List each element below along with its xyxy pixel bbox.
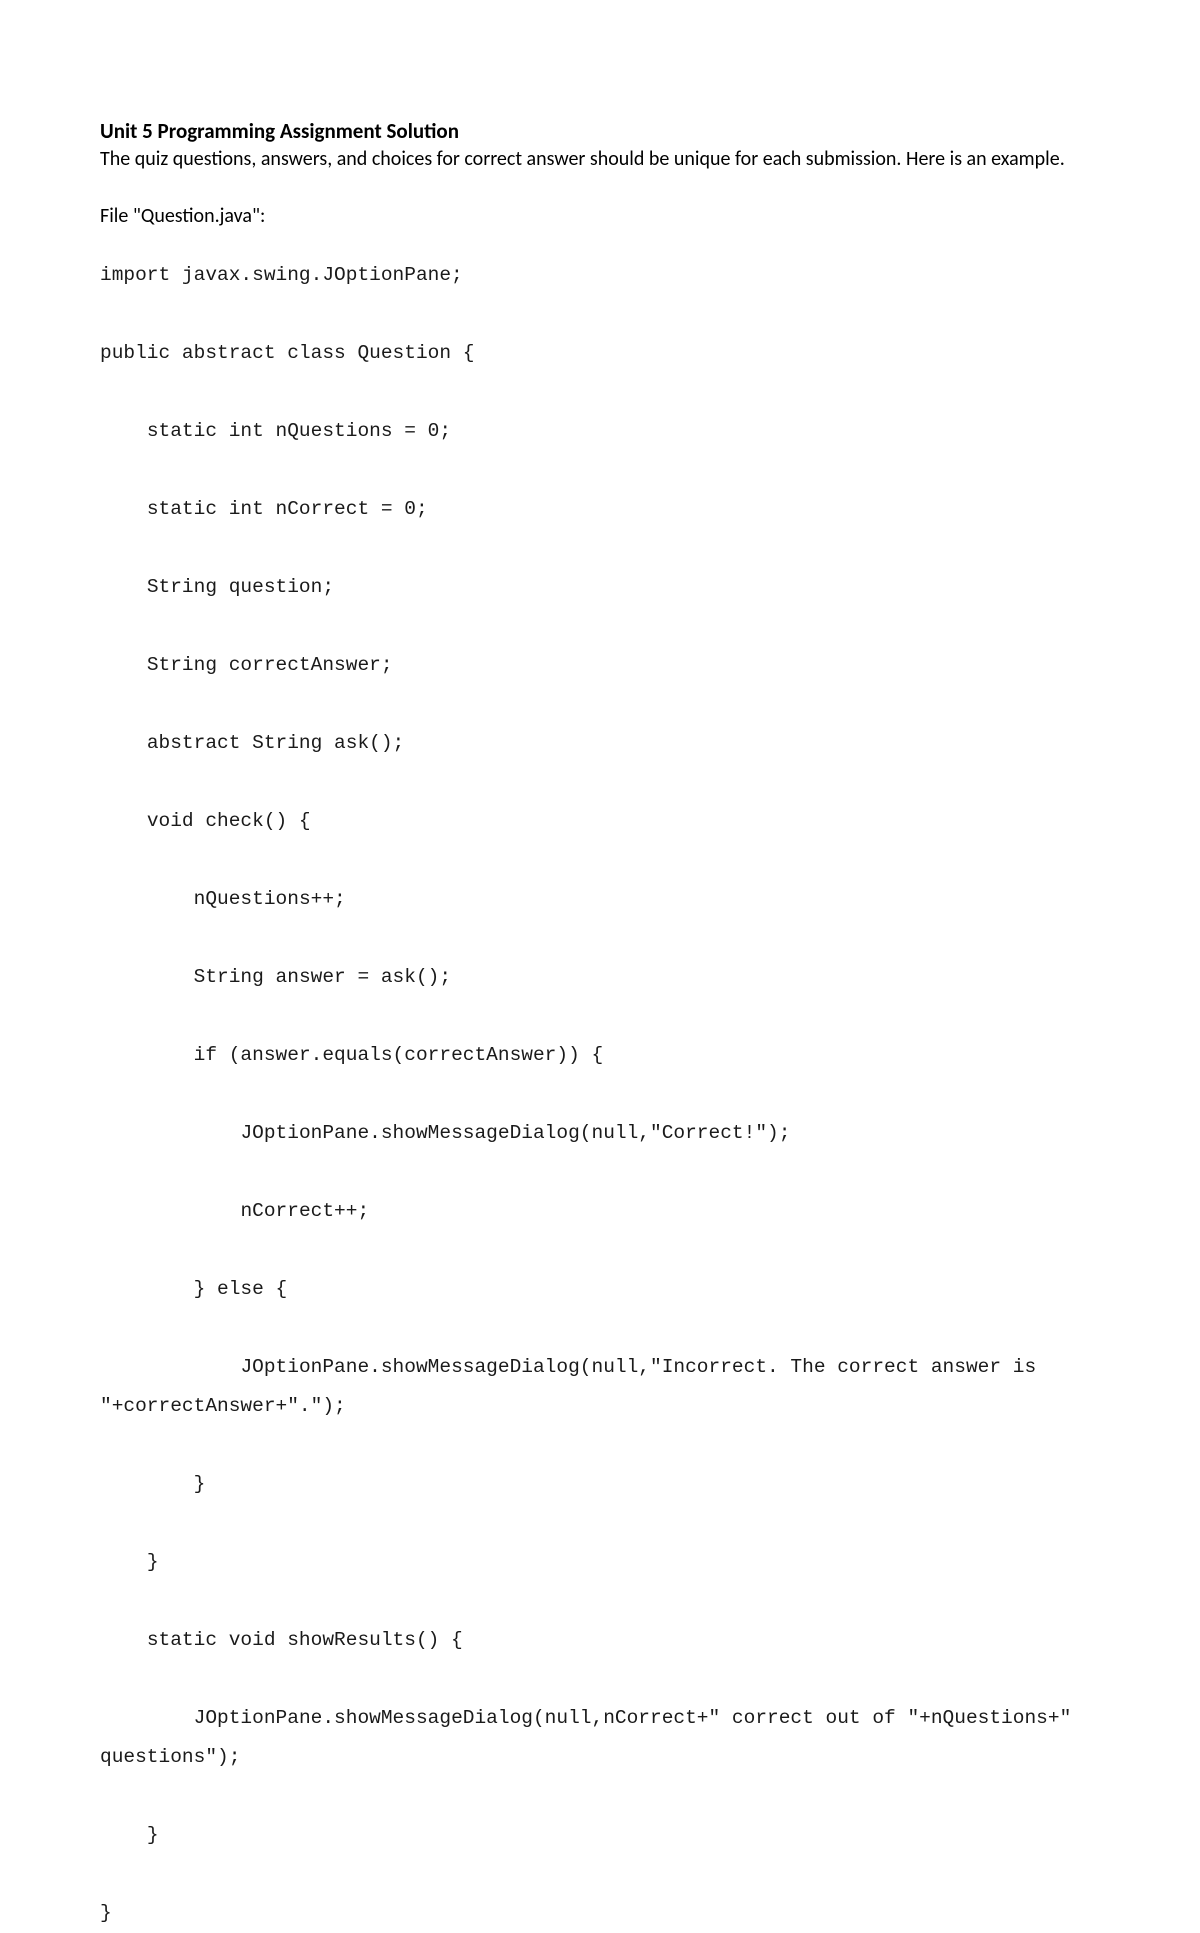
document-description: The quiz questions, answers, and choices… — [100, 146, 1100, 172]
file-label: File "Question.java": — [100, 204, 1100, 228]
document-title: Unit 5 Programming Assignment Solution — [100, 118, 1100, 144]
code-block: import javax.swing.JOptionPane; public a… — [100, 256, 1100, 1933]
